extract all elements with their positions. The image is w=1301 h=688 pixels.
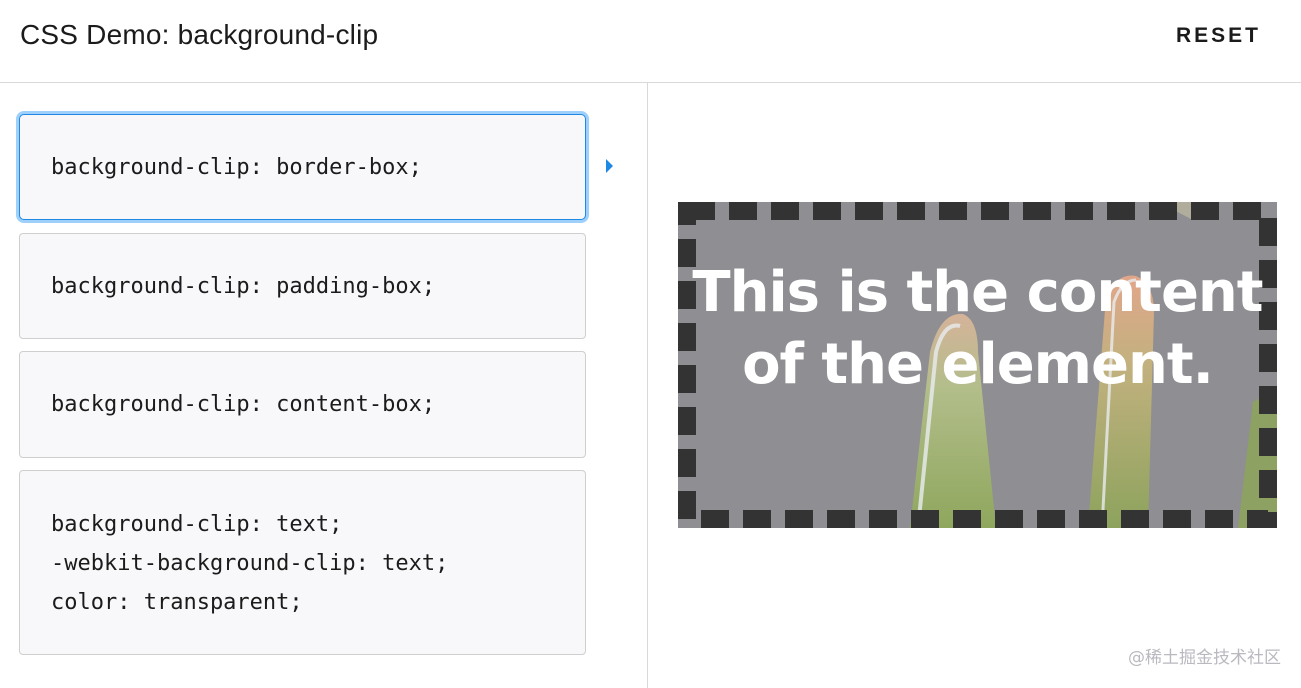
code-line: background-clip: text; (51, 512, 343, 537)
choice-border-box[interactable]: background-clip: border-box; (19, 114, 586, 220)
selected-arrow-icon (606, 159, 613, 173)
watermark: @稀土掘金技术社区 (1128, 648, 1281, 668)
code-line: -webkit-background-clip: text; (51, 551, 449, 576)
demo-content-text: This is the content of the element. (692, 260, 1263, 397)
output-demo-element: This is the content of the element. (678, 202, 1277, 528)
choice-padding-box[interactable]: background-clip: padding-box; (19, 233, 586, 339)
choice-content-box[interactable]: background-clip: content-box; (19, 351, 586, 458)
page-title: CSS Demo: background-clip (20, 19, 379, 50)
code-line: background-clip: content-box; (51, 392, 436, 417)
code-line: background-clip: border-box; (51, 155, 422, 180)
choice-text[interactable]: background-clip: text; -webkit-backgroun… (19, 470, 586, 655)
code-line: background-clip: padding-box; (51, 274, 436, 299)
header: CSS Demo: background-clip RESET (0, 0, 1301, 83)
panel-divider (647, 83, 648, 688)
reset-button[interactable]: RESET (1176, 24, 1261, 48)
code-line: color: transparent; (51, 590, 303, 615)
